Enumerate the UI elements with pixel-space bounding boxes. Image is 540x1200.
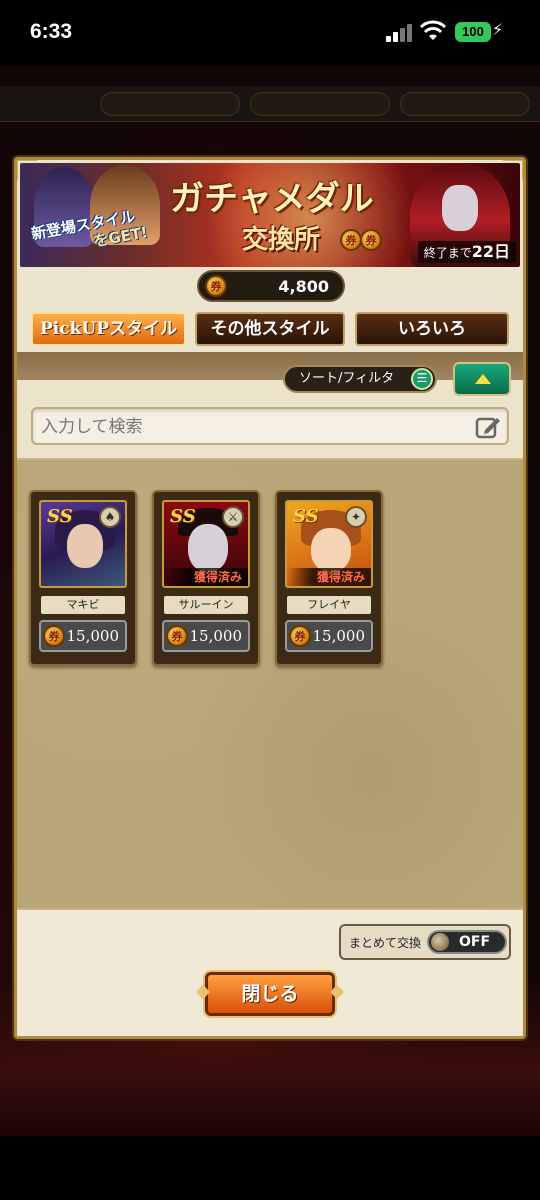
collapse-filter-button[interactable] bbox=[453, 362, 511, 396]
medal-icon bbox=[289, 625, 311, 647]
game-resource-pill bbox=[400, 92, 530, 116]
tab-pickup-style[interactable]: PickUPスタイル bbox=[31, 312, 186, 346]
obtained-label: 獲得済み bbox=[287, 568, 371, 586]
search-input[interactable] bbox=[41, 415, 461, 439]
tab-misc[interactable]: いろいろ bbox=[355, 312, 509, 346]
character-portrait: SS ⚔ 獲得済み bbox=[162, 500, 250, 588]
bulk-exchange-control: まとめて交換 OFF bbox=[339, 924, 511, 960]
character-portrait: SS ♠ bbox=[39, 500, 127, 588]
banner-title: ガチャメダル bbox=[170, 179, 374, 219]
toggle-knob bbox=[431, 933, 449, 951]
style-card-cost: 15,000 bbox=[285, 620, 373, 652]
toggle-state: OFF bbox=[459, 934, 491, 950]
menu-icon: ☰ bbox=[411, 368, 433, 390]
game-resource-pill bbox=[100, 92, 240, 116]
obtained-label: 獲得済み bbox=[164, 568, 248, 586]
banner-subtitle: 交換所 bbox=[242, 225, 321, 255]
style-card-name: マキビ bbox=[41, 596, 125, 614]
game-resource-pill bbox=[250, 92, 390, 116]
rank-badge: SS bbox=[170, 506, 196, 527]
medal-exchange-modal: ガチャメダル 交換所 新登場スタイル をGET! 終了まで22日 4,800 P… bbox=[14, 157, 526, 1039]
sort-filter-button[interactable]: ソート/フィルタ ☰ bbox=[283, 365, 437, 393]
style-card[interactable]: SS ⚔ 獲得済み サルーイン 15,000 bbox=[152, 490, 260, 666]
style-card-cost: 15,000 bbox=[162, 620, 250, 652]
search-field[interactable] bbox=[31, 407, 509, 445]
style-card-grid: SS ♠ マキビ 15,000 SS ⚔ 獲得済み サルーイン 15,000 bbox=[17, 460, 523, 908]
medal-icon bbox=[360, 229, 382, 251]
sword-icon: ⚔ bbox=[222, 506, 244, 528]
clock: 6:33 bbox=[30, 20, 73, 43]
rank-badge: SS bbox=[293, 506, 319, 527]
medal-icon bbox=[205, 275, 227, 297]
medal-balance: 4,800 bbox=[197, 270, 345, 302]
style-card-name: サルーイン bbox=[164, 596, 248, 614]
style-card-cost: 15,000 bbox=[39, 620, 127, 652]
medal-icon bbox=[166, 625, 188, 647]
cellular-signal-icon bbox=[386, 24, 414, 42]
weapon-type-icon: ♠ bbox=[99, 506, 121, 528]
character-portrait: SS ✦ 獲得済み bbox=[285, 500, 373, 588]
tab-other-style[interactable]: その他スタイル bbox=[195, 312, 345, 346]
medal-icon bbox=[43, 625, 65, 647]
event-banner: ガチャメダル 交換所 新登場スタイル をGET! 終了まで22日 bbox=[20, 163, 520, 267]
style-card[interactable]: SS ♠ マキビ 15,000 bbox=[29, 490, 137, 666]
rank-badge: SS bbox=[47, 506, 73, 527]
style-card[interactable]: SS ✦ 獲得済み フレイヤ 15,000 bbox=[275, 490, 383, 666]
bulk-exchange-label: まとめて交換 bbox=[349, 936, 422, 950]
modal-footer: まとめて交換 OFF 閉じる bbox=[17, 908, 523, 1036]
close-button[interactable]: 閉じる bbox=[205, 972, 335, 1016]
status-bar: 6:33 100 ⚡ bbox=[0, 0, 540, 66]
bulk-exchange-toggle[interactable]: OFF bbox=[427, 930, 507, 954]
charging-bolt-icon: ⚡ bbox=[492, 20, 504, 39]
axe-icon: ✦ bbox=[345, 506, 367, 528]
wifi-icon bbox=[420, 20, 446, 40]
style-card-name: フレイヤ bbox=[287, 596, 371, 614]
medal-icon bbox=[340, 229, 362, 251]
event-end-countdown: 終了まで22日 bbox=[417, 241, 516, 263]
battery-indicator: 100 bbox=[455, 22, 491, 42]
medal-balance-value: 4,800 bbox=[278, 277, 329, 296]
edit-icon[interactable] bbox=[475, 414, 501, 440]
